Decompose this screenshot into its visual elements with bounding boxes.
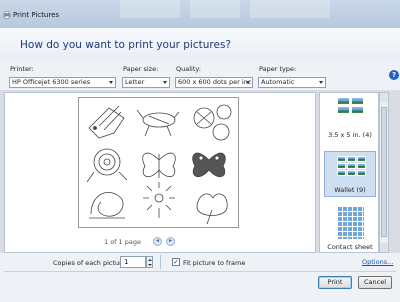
- layout-thumb: [337, 170, 346, 176]
- preview-thumbnails: [86, 104, 232, 225]
- thumbnail-shell: [89, 192, 125, 219]
- chevron-down-icon: [319, 81, 323, 84]
- layout-list: 3.5 x 5 in. (4) Wallet (9) Contact sheet…: [319, 92, 379, 253]
- paper-type-select-value: Automatic: [261, 78, 295, 86]
- paper-size-select[interactable]: Letter: [122, 77, 170, 88]
- scroll-up-button[interactable]: [380, 93, 388, 102]
- printer-label: Printer:: [10, 65, 34, 73]
- layout-label: 3.5 x 5 in. (4): [328, 131, 372, 139]
- preview-sheet: [78, 97, 239, 228]
- window-title: Print Pictures: [13, 11, 60, 19]
- layout-thumb: [337, 97, 350, 105]
- chevron-left-icon: ◂: [155, 237, 159, 244]
- thumbnail-flowers: [193, 104, 232, 141]
- chevron-down-icon: [109, 81, 113, 84]
- options-link[interactable]: Options...: [362, 258, 393, 266]
- help-icon[interactable]: ?: [389, 70, 399, 80]
- thumbnail-insect: [136, 109, 180, 137]
- print-button[interactable]: Print: [318, 276, 352, 289]
- page-indicator: 1 of 1 page: [104, 238, 141, 246]
- thumbnail-butterfly-dark: [192, 152, 226, 178]
- chevron-up-icon[interactable]: [148, 259, 152, 261]
- thumbnail-butterfly: [142, 152, 176, 178]
- thumbnail-daisy: [143, 182, 175, 218]
- layout-thumb: [337, 163, 346, 169]
- chevron-down-icon: [163, 81, 167, 84]
- paper-size-label: Paper size:: [123, 65, 159, 73]
- next-page-button[interactable]: ▸: [166, 237, 175, 246]
- layout-item-3-5x5[interactable]: 3.5 x 5 in. (4): [324, 95, 376, 145]
- page-title: How do you want to print your pictures?: [20, 39, 231, 51]
- chevron-right-icon: ▸: [168, 237, 172, 244]
- layout-scrollbar[interactable]: [379, 92, 389, 253]
- layout-thumb: [357, 163, 366, 169]
- fit-to-frame-checkbox[interactable]: ✓: [172, 258, 180, 266]
- thumbnail-bird: [88, 105, 125, 139]
- paper-type-select[interactable]: Automatic: [258, 77, 326, 88]
- copies-stepper[interactable]: [146, 256, 153, 268]
- layout-thumb: [351, 97, 364, 105]
- layout-thumb: [357, 156, 366, 162]
- layout-thumb: [347, 163, 356, 169]
- quality-label: Quality:: [176, 65, 201, 73]
- divider: [4, 271, 396, 272]
- background-blur: [190, 0, 240, 18]
- printer-select-value: HP Officejet 6300 series: [12, 78, 91, 86]
- background-blur: [120, 0, 180, 18]
- layout-thumb: [337, 156, 346, 162]
- layout-thumb: [347, 170, 356, 176]
- title-bar: Print Pictures: [0, 0, 400, 28]
- background-blur: [250, 0, 330, 18]
- contact-sheet-thumb: [338, 207, 364, 239]
- layout-label: Contact sheet (35): [327, 243, 373, 252]
- layout-item-wallet[interactable]: Wallet (9): [324, 151, 376, 197]
- scroll-down-button[interactable]: [380, 243, 388, 252]
- paper-size-select-value: Letter: [125, 78, 145, 86]
- fit-to-frame-label: Fit picture to frame: [183, 259, 246, 267]
- paper-type-label: Paper type:: [259, 65, 297, 73]
- print-options-bar: Printer: HP Officejet 6300 series Paper …: [0, 60, 400, 90]
- printer-icon: [3, 11, 11, 19]
- layout-thumb: [337, 106, 350, 114]
- thumbnail-rose: [86, 148, 128, 183]
- copies-input[interactable]: 1: [120, 256, 146, 268]
- layout-thumb: [351, 106, 364, 114]
- chevron-down-icon[interactable]: [148, 264, 152, 266]
- printer-select[interactable]: HP Officejet 6300 series: [9, 77, 116, 88]
- layout-item-contact-sheet[interactable]: Contact sheet (35): [324, 205, 376, 252]
- chevron-down-icon: [246, 81, 250, 84]
- cancel-button[interactable]: Cancel: [358, 276, 392, 289]
- divider: [160, 255, 161, 269]
- layout-thumb: [357, 170, 366, 176]
- layout-thumb: [347, 156, 356, 162]
- header: How do you want to print your pictures?: [0, 28, 400, 61]
- quality-select[interactable]: 600 x 600 dots per inch: [175, 77, 253, 88]
- thumbnail-tulip: [196, 193, 228, 225]
- layout-label: Wallet (9): [334, 186, 366, 194]
- quality-select-value: 600 x 600 dots per inch: [178, 78, 253, 86]
- scroll-thumb[interactable]: [381, 107, 387, 237]
- copies-label: Copies of each picture:: [53, 259, 128, 267]
- previous-page-button[interactable]: ◂: [153, 237, 162, 246]
